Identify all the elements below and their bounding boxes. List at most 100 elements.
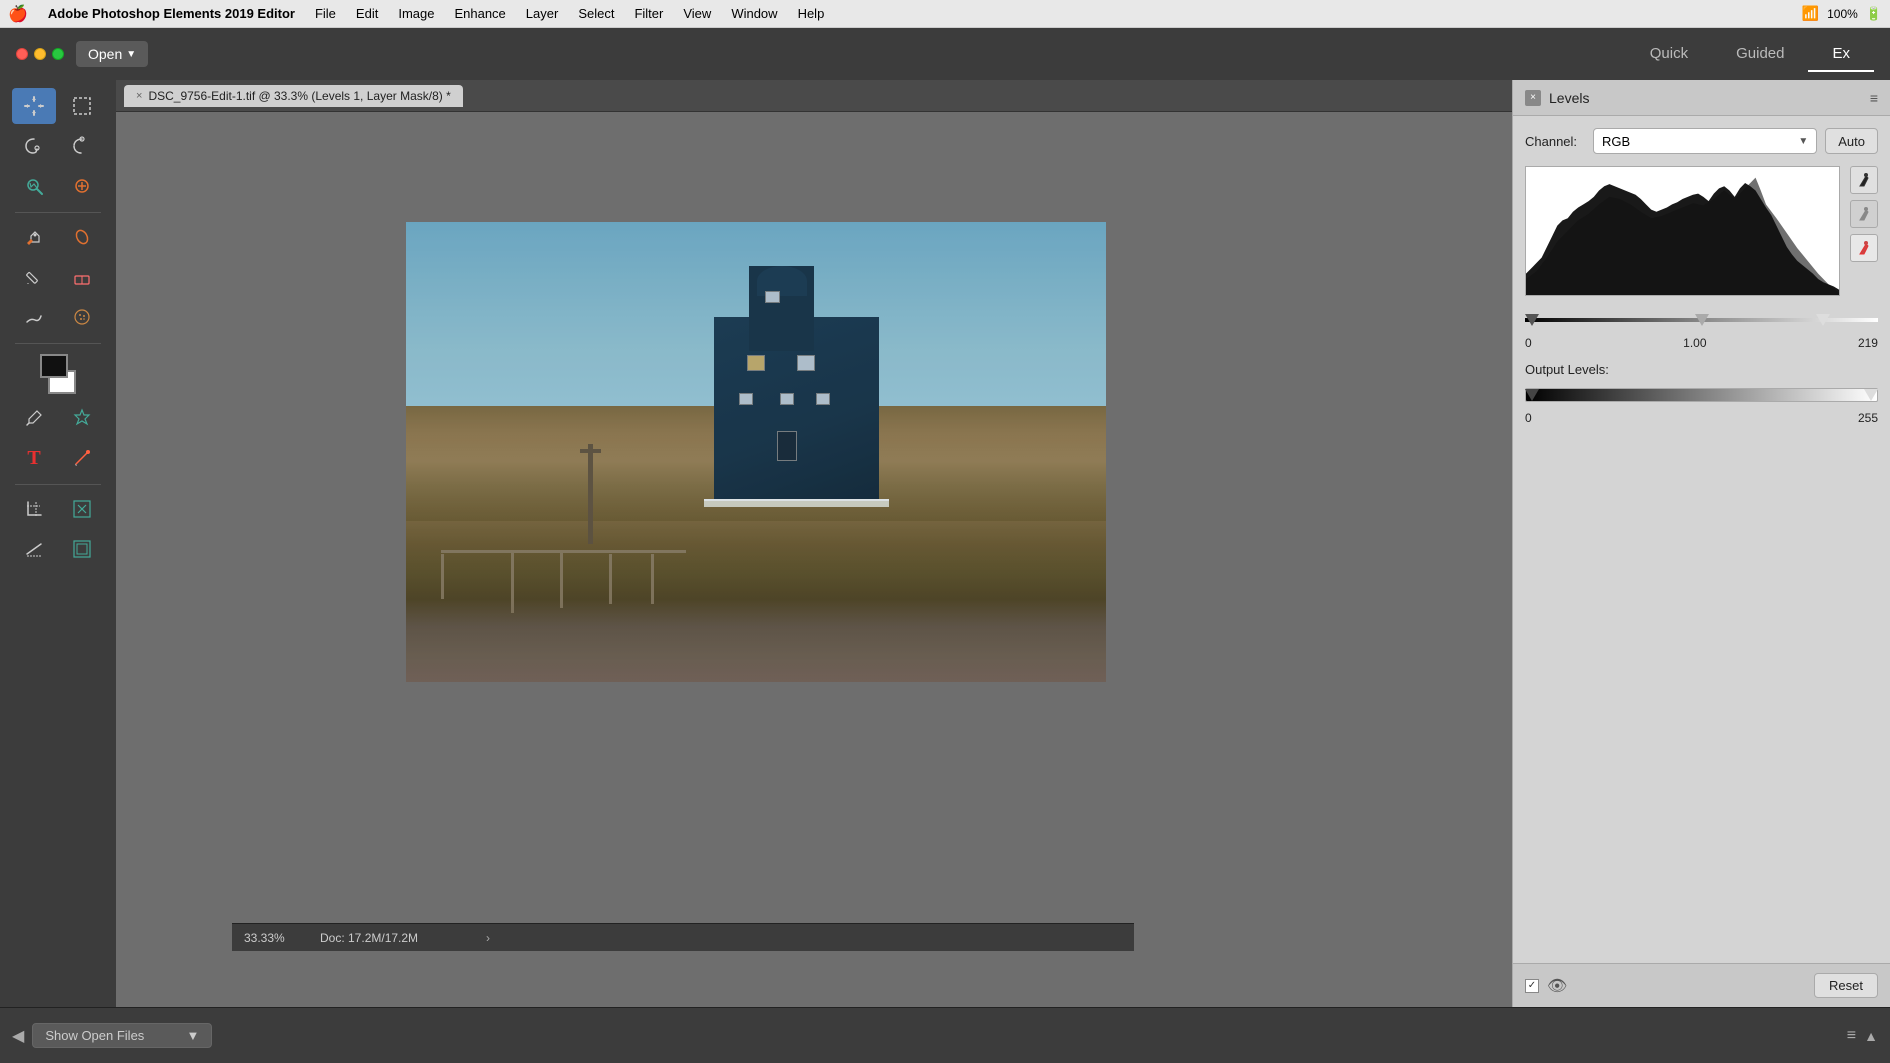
menu-filter[interactable]: Filter <box>626 4 671 23</box>
tool-row-move <box>4 88 112 124</box>
tool-row-text: T <box>4 440 112 476</box>
eyedroppers <box>1850 166 1878 300</box>
open-button[interactable]: Open ▼ <box>76 41 148 67</box>
menu-help[interactable]: Help <box>790 4 833 23</box>
sponge-tool[interactable] <box>60 299 104 335</box>
battery-icon: 🔋 <box>1866 6 1882 22</box>
move-tool[interactable] <box>12 88 56 124</box>
tab-bar: × DSC_9756-Edit-1.tif @ 33.3% (Levels 1,… <box>116 80 1512 112</box>
levels-close-icon: × <box>1530 92 1536 103</box>
pencil-brush-tool[interactable] <box>12 259 56 295</box>
minimize-window-button[interactable] <box>34 48 46 60</box>
recompose-tool[interactable] <box>60 491 104 527</box>
checkbox-check-icon: ✓ <box>1528 980 1536 991</box>
apple-logo[interactable]: 🍎 <box>8 4 28 24</box>
menu-image[interactable]: Image <box>390 4 442 23</box>
tool-row-smudge <box>4 299 112 335</box>
crop-tool[interactable] <box>12 491 56 527</box>
auto-button[interactable]: Auto <box>1825 128 1878 154</box>
tool-row-crop <box>4 491 112 527</box>
menu-enhance[interactable]: Enhance <box>446 4 513 23</box>
close-window-button[interactable] <box>16 48 28 60</box>
preview-checkbox[interactable]: ✓ <box>1525 979 1539 993</box>
draw-tool[interactable] <box>60 440 104 476</box>
tab-close-icon[interactable]: × <box>136 90 142 102</box>
eye-icon[interactable]: 👁 <box>1547 976 1567 996</box>
black-point-eyedropper[interactable] <box>1850 166 1878 194</box>
menu-window[interactable]: Window <box>723 4 785 23</box>
menu-layer[interactable]: Layer <box>518 4 567 23</box>
menu-edit[interactable]: Edit <box>348 4 386 23</box>
white-input-handle[interactable] <box>1816 314 1830 326</box>
status-bar: 33.33% Doc: 17.2M/17.2M › <box>232 923 1134 951</box>
canvas-viewport[interactable] <box>116 112 1512 1007</box>
photo-canvas <box>406 222 1106 682</box>
channel-label: Channel: <box>1525 134 1585 149</box>
reset-button[interactable]: Reset <box>1814 973 1878 998</box>
tab-quick[interactable]: Quick <box>1626 37 1712 72</box>
eyedropper-tool[interactable] <box>12 400 56 436</box>
tower-window <box>765 291 780 303</box>
open-label: Open <box>88 46 122 62</box>
spot-heal-tool[interactable] <box>60 219 104 255</box>
levels-close-button[interactable]: × <box>1525 90 1541 106</box>
bottom-list-icon[interactable]: ≡ <box>1847 1027 1856 1045</box>
menubar-right: 📶 100% 🔋 <box>1802 5 1882 22</box>
input-sliders <box>1525 308 1878 332</box>
levels-footer: ✓ 👁 Reset <box>1513 963 1890 1007</box>
smudge-tool[interactable] <box>12 299 56 335</box>
status-arrow-icon[interactable]: › <box>486 931 490 945</box>
tool-separator-2 <box>15 343 101 344</box>
resize-tool[interactable] <box>60 531 104 567</box>
black-input-handle[interactable] <box>1525 314 1539 326</box>
gray-point-eyedropper[interactable] <box>1850 200 1878 228</box>
black-output-handle[interactable] <box>1525 389 1539 401</box>
input-mid-value: 1.00 <box>1683 336 1706 350</box>
output-slider-track <box>1525 388 1878 402</box>
tab-expert[interactable]: Ex <box>1808 37 1874 72</box>
canvas-tab[interactable]: × DSC_9756-Edit-1.tif @ 33.3% (Levels 1,… <box>124 85 463 107</box>
maximize-window-button[interactable] <box>52 48 64 60</box>
tool-separator-3 <box>15 484 101 485</box>
bottom-expand-icon[interactable]: ▲ <box>1864 1028 1878 1044</box>
menu-view[interactable]: View <box>675 4 719 23</box>
histogram-area <box>1525 166 1878 300</box>
mode-tabs: Quick Guided Ex <box>1626 37 1874 72</box>
magnetic-lasso-tool[interactable] <box>60 128 104 164</box>
levels-header: × Levels ≡ <box>1513 80 1890 116</box>
foreground-color-swatch[interactable] <box>40 354 68 378</box>
tool-row-clone <box>4 219 112 255</box>
tool-row-straighten <box>4 531 112 567</box>
straighten-tool[interactable] <box>12 531 56 567</box>
output-slider-container <box>1525 383 1878 407</box>
mid-input-handle[interactable] <box>1695 314 1709 326</box>
clone-tool[interactable] <box>12 219 56 255</box>
menu-select[interactable]: Select <box>570 4 622 23</box>
eraser-tool[interactable] <box>60 259 104 295</box>
text-tool[interactable]: T <box>12 440 56 476</box>
quick-select-tool[interactable] <box>12 168 56 204</box>
marquee-tool[interactable] <box>60 88 104 124</box>
show-open-files-button[interactable]: Show Open Files ▼ <box>32 1023 212 1048</box>
output-min-value: 0 <box>1525 411 1532 425</box>
building-door <box>777 431 797 461</box>
channel-dropdown[interactable]: RGB ▼ <box>1593 128 1817 154</box>
output-level-values: 0 255 <box>1525 411 1878 425</box>
white-point-eyedropper[interactable] <box>1850 234 1878 262</box>
tower-dome <box>757 266 807 296</box>
menu-file[interactable]: File <box>307 4 344 23</box>
lasso-tool[interactable] <box>12 128 56 164</box>
left-toolbar: T <box>0 80 116 1007</box>
canvas-area: × DSC_9756-Edit-1.tif @ 33.3% (Levels 1,… <box>116 80 1512 1007</box>
tool-row-eyedropper <box>4 400 112 436</box>
pole-crossbar <box>580 449 601 453</box>
bottom-nav-arrow-icon[interactable]: ◀ <box>12 1026 24 1046</box>
levels-menu-button[interactable]: ≡ <box>1870 90 1878 106</box>
star-tool[interactable] <box>60 400 104 436</box>
tab-guided[interactable]: Guided <box>1712 37 1808 72</box>
show-open-files-label: Show Open Files <box>45 1028 144 1043</box>
healing-tool[interactable] <box>60 168 104 204</box>
histogram-svg <box>1526 167 1839 295</box>
white-output-handle[interactable] <box>1864 389 1878 401</box>
color-swatches <box>36 354 80 394</box>
